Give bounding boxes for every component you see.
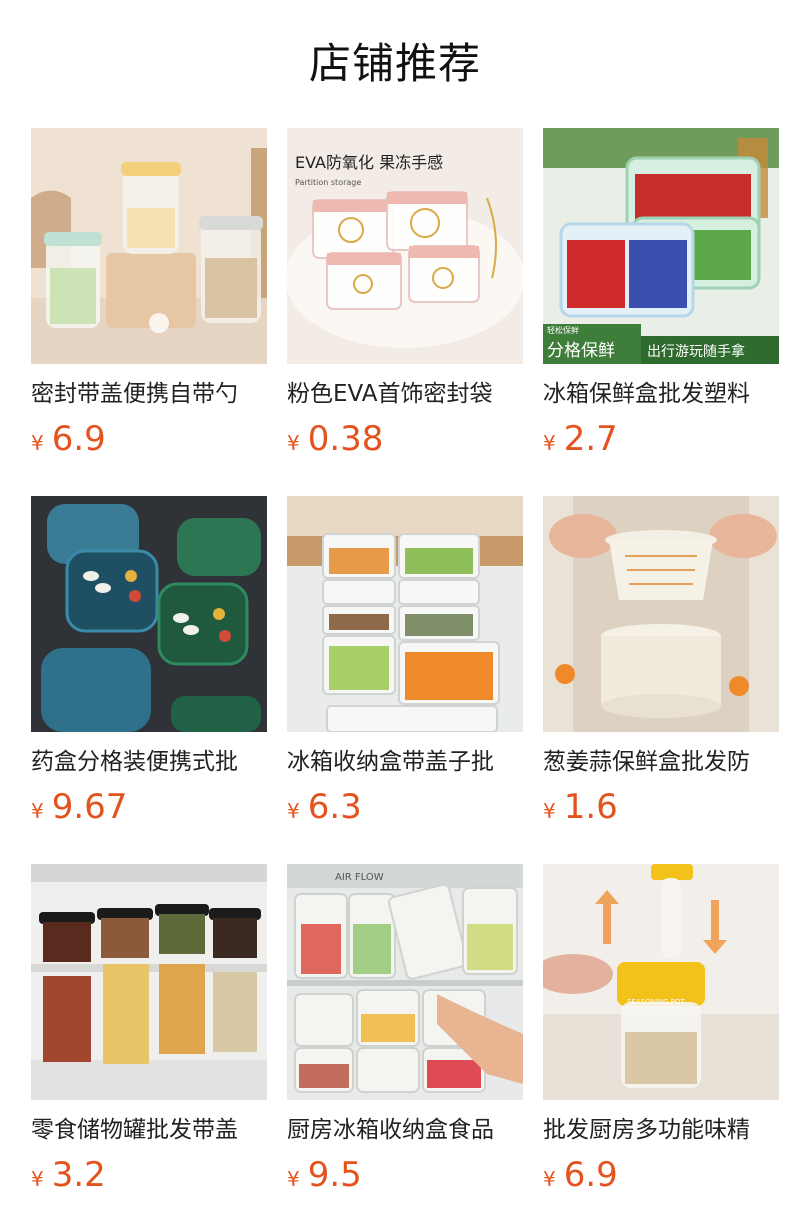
product-image-drain-basket-container[interactable] bbox=[543, 496, 779, 732]
product-card[interactable]: 密封带盖便携自带勺 ¥6.9 bbox=[31, 128, 267, 460]
price: ¥6.9 bbox=[543, 1154, 779, 1196]
currency-symbol: ¥ bbox=[31, 431, 44, 455]
product-image-overnight-oat-jars[interactable] bbox=[31, 128, 267, 364]
image-jar-label: SEASONING POT bbox=[627, 998, 686, 1006]
product-image-snack-canisters[interactable] bbox=[31, 864, 267, 1100]
product-title[interactable]: 粉色EVA首饰密封袋 bbox=[287, 378, 523, 410]
currency-symbol: ¥ bbox=[543, 799, 556, 823]
price: ¥2.7 bbox=[543, 418, 779, 460]
product-title[interactable]: 葱姜蒜保鲜盒批发防 bbox=[543, 746, 779, 778]
product-card[interactable]: 轻松保鲜 分格保鲜 出行游玩随手拿 冰箱保鲜盒批发塑料 ¥2.7 bbox=[543, 128, 779, 460]
product-card[interactable]: AIR FLOW 厨房冰箱收纳盒食品 ¥9.5 bbox=[287, 864, 523, 1196]
currency-symbol: ¥ bbox=[287, 799, 300, 823]
product-title[interactable]: 药盒分格装便携式批 bbox=[31, 746, 267, 778]
product-card[interactable]: 冰箱收纳盒带盖子批 ¥6.3 bbox=[287, 496, 523, 828]
product-title[interactable]: 冰箱收纳盒带盖子批 bbox=[287, 746, 523, 778]
image-brand-text: AIR FLOW bbox=[335, 872, 384, 883]
product-image-fridge-drawer-boxes[interactable]: AIR FLOW bbox=[287, 864, 523, 1100]
price-amount: 6.9 bbox=[51, 419, 106, 459]
product-card[interactable]: 葱姜蒜保鲜盒批发防 ¥1.6 bbox=[543, 496, 779, 828]
currency-symbol: ¥ bbox=[287, 1167, 300, 1191]
currency-symbol: ¥ bbox=[287, 431, 300, 455]
product-card[interactable]: EVA防氧化 果冻手感 Partition storage 粉色EVA首饰密封袋… bbox=[287, 128, 523, 460]
product-title[interactable]: 厨房冰箱收纳盒食品 bbox=[287, 1114, 523, 1146]
price: ¥0.38 bbox=[287, 418, 523, 460]
image-left-text: 分格保鲜 bbox=[547, 341, 615, 361]
image-headline: EVA防氧化 果冻手感 bbox=[295, 153, 443, 172]
price-amount: 0.38 bbox=[307, 419, 384, 459]
price-amount: 1.6 bbox=[563, 787, 618, 827]
product-image-jewelry-zip-bags[interactable]: EVA防氧化 果冻手感 Partition storage bbox=[287, 128, 523, 364]
price-amount: 6.3 bbox=[307, 787, 362, 827]
price: ¥6.3 bbox=[287, 786, 523, 828]
currency-symbol: ¥ bbox=[31, 1167, 44, 1191]
product-card[interactable]: SEASONING POT 批发厨房多功能味精 ¥6.9 bbox=[543, 864, 779, 1196]
image-subline: Partition storage bbox=[295, 178, 361, 187]
product-image-fruit-crisper-boxes[interactable]: 轻松保鲜 分格保鲜 出行游玩随手拿 bbox=[543, 128, 779, 364]
price-amount: 9.67 bbox=[51, 787, 128, 827]
product-title[interactable]: 批发厨房多功能味精 bbox=[543, 1114, 779, 1146]
product-image-fridge-storage-stack[interactable] bbox=[287, 496, 523, 732]
product-title[interactable]: 密封带盖便携自带勺 bbox=[31, 378, 267, 410]
price-amount: 3.2 bbox=[51, 1155, 106, 1195]
product-grid: 密封带盖便携自带勺 ¥6.9 EVA防氧化 果冻手感 Partition sto… bbox=[31, 128, 779, 1196]
currency-symbol: ¥ bbox=[543, 431, 556, 455]
product-card[interactable]: 药盒分格装便携式批 ¥9.67 bbox=[31, 496, 267, 828]
section-title: 店铺推荐 bbox=[308, 39, 481, 88]
product-image-pill-boxes[interactable] bbox=[31, 496, 267, 732]
price-amount: 6.9 bbox=[563, 1155, 618, 1195]
product-title[interactable]: 零食储物罐批发带盖 bbox=[31, 1114, 267, 1146]
price: ¥9.67 bbox=[31, 786, 267, 828]
product-card[interactable]: 零食储物罐批发带盖 ¥3.2 bbox=[31, 864, 267, 1196]
image-tag: 轻松保鲜 bbox=[547, 325, 579, 335]
price-amount: 9.5 bbox=[307, 1155, 362, 1195]
price: ¥3.2 bbox=[31, 1154, 267, 1196]
product-image-seasoning-jar[interactable]: SEASONING POT bbox=[543, 864, 779, 1100]
currency-symbol: ¥ bbox=[543, 1167, 556, 1191]
product-title[interactable]: 冰箱保鲜盒批发塑料 bbox=[543, 378, 779, 410]
image-right-text: 出行游玩随手拿 bbox=[647, 343, 745, 360]
price: ¥9.5 bbox=[287, 1154, 523, 1196]
price: ¥6.9 bbox=[31, 418, 267, 460]
price: ¥1.6 bbox=[543, 786, 779, 828]
currency-symbol: ¥ bbox=[31, 799, 44, 823]
price-amount: 2.7 bbox=[563, 419, 618, 459]
